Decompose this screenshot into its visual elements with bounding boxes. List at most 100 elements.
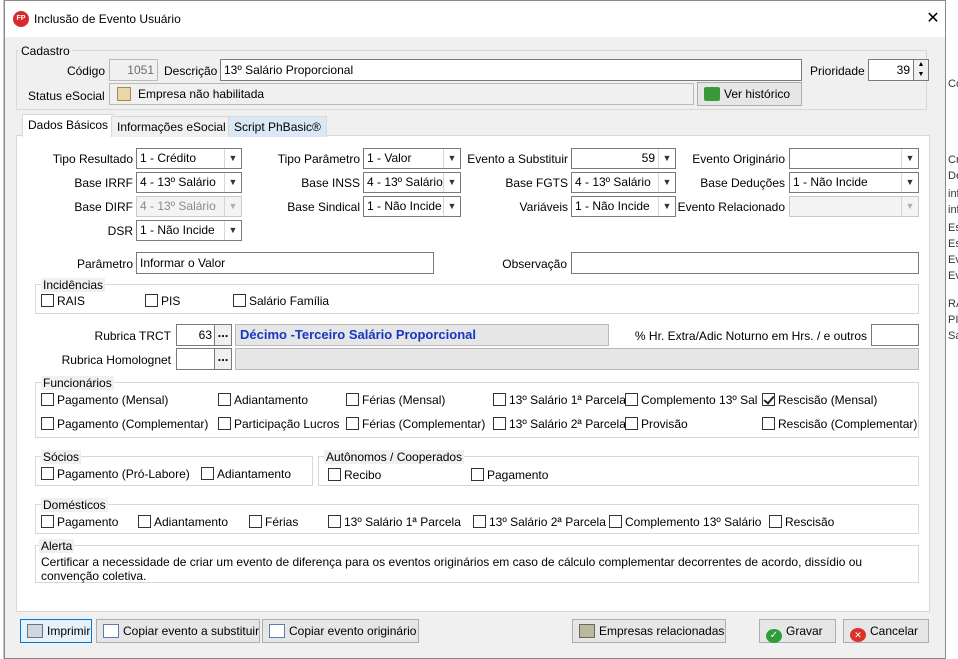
- checkbox-box[interactable]: [328, 515, 341, 528]
- prioridade-spinner[interactable]: ▲ ▼: [913, 59, 929, 81]
- checkbox-box[interactable]: [493, 393, 506, 406]
- descricao-field[interactable]: 13º Salário Proporcional: [220, 59, 802, 81]
- codigo-field[interactable]: 1051: [109, 59, 158, 81]
- func-13-1a-parcela-checkbox[interactable]: 13º Salário 1ª Parcela: [493, 392, 626, 408]
- rubrica-homolognet-lookup-button[interactable]: ...: [214, 348, 232, 370]
- dom-adiantamento-checkbox[interactable]: Adiantamento: [138, 514, 228, 530]
- socios-adiantamento-checkbox[interactable]: Adiantamento: [201, 466, 291, 482]
- prioridade-label: Prioridade: [810, 64, 865, 78]
- tab-informacoes-esocial[interactable]: Informações eSocial: [111, 116, 232, 137]
- spin-up-icon[interactable]: ▲: [914, 60, 928, 70]
- cancelar-button[interactable]: ✕ Cancelar: [843, 619, 929, 643]
- func-participacao-lucros-checkbox[interactable]: Participação Lucros: [218, 416, 339, 432]
- background-text: Dé: [948, 170, 958, 182]
- checkbox-box-checked[interactable]: [762, 393, 775, 406]
- func-rescisao-complementar-checkbox[interactable]: Rescisão (Complementar): [762, 416, 917, 432]
- checkbox-box[interactable]: [218, 417, 231, 430]
- cancel-icon: ✕: [850, 628, 866, 642]
- dom-13-1a-parcela-checkbox[interactable]: 13º Salário 1ª Parcela: [328, 514, 461, 530]
- func-ferias-complementar-checkbox[interactable]: Férias (Complementar): [346, 416, 485, 432]
- tipo-parametro-select[interactable]: 1 - Valor ▼: [363, 148, 461, 169]
- tipo-resultado-label: Tipo Resultado: [52, 152, 133, 166]
- checkbox-box[interactable]: [473, 515, 486, 528]
- checkbox-box[interactable]: [471, 468, 484, 481]
- prioridade-field[interactable]: 39: [868, 59, 914, 81]
- background-text: RA: [948, 298, 958, 310]
- checkbox-box[interactable]: [145, 294, 158, 307]
- rais-checkbox[interactable]: RAIS: [41, 293, 85, 309]
- dom-complemento-13-checkbox[interactable]: Complemento 13º Salário: [609, 514, 761, 530]
- dom-13-2a-parcela-checkbox[interactable]: 13º Salário 2ª Parcela: [473, 514, 606, 530]
- func-provisao-checkbox[interactable]: Provisão: [625, 416, 688, 432]
- evento-originario-select[interactable]: ▼: [789, 148, 919, 169]
- base-irrf-select[interactable]: 4 - 13º Salário ▼: [136, 172, 242, 193]
- checkbox-box[interactable]: [346, 417, 359, 430]
- checkbox-box[interactable]: [625, 417, 638, 430]
- dsr-select[interactable]: 1 - Não Incide ▼: [136, 220, 242, 241]
- spin-down-icon[interactable]: ▼: [914, 70, 928, 80]
- checkbox-box[interactable]: [609, 515, 622, 528]
- salario-familia-checkbox[interactable]: Salário Família: [233, 293, 329, 309]
- history-icon: [704, 87, 720, 101]
- checkbox-box[interactable]: [41, 467, 54, 480]
- func-13-2a-parcela-checkbox[interactable]: 13º Salário 2ª Parcela: [493, 416, 626, 432]
- empresas-relacionadas-button[interactable]: Empresas relacionadas: [572, 619, 726, 643]
- dom-ferias-checkbox[interactable]: Férias: [249, 514, 298, 530]
- checkbox-box[interactable]: [41, 417, 54, 430]
- checkbox-box[interactable]: [201, 467, 214, 480]
- dom-pagamento-checkbox[interactable]: Pagamento: [41, 514, 118, 530]
- tab-script-phbasic[interactable]: Script PhBasic®: [228, 116, 327, 137]
- checkbox-box[interactable]: [41, 515, 54, 528]
- hr-extra-field[interactable]: [871, 324, 919, 346]
- chevron-down-icon: ▼: [443, 149, 460, 168]
- evento-substituir-select[interactable]: 59 ▼: [571, 148, 676, 169]
- checkbox-box[interactable]: [41, 294, 54, 307]
- background-window-right: Có Cr Dé inf inf Es Es Ev Ev RA PI Sa: [944, 0, 958, 659]
- variaveis-select[interactable]: 1 - Não Incide ▼: [571, 196, 676, 217]
- pis-checkbox[interactable]: PIS: [145, 293, 180, 309]
- autonomos-pagamento-checkbox[interactable]: Pagamento: [471, 467, 548, 483]
- base-deducoes-select[interactable]: 1 - Não Incide ▼: [789, 172, 919, 193]
- func-pagamento-complementar-checkbox[interactable]: Pagamento (Complementar): [41, 416, 208, 432]
- checkbox-box[interactable]: [625, 393, 638, 406]
- socios-pagamento-checkbox[interactable]: Pagamento (Pró-Labore): [41, 466, 190, 482]
- func-adiantamento-checkbox[interactable]: Adiantamento: [218, 392, 308, 408]
- parametro-field[interactable]: Informar o Valor: [136, 252, 434, 274]
- dom-rescisao-checkbox[interactable]: Rescisão: [769, 514, 834, 530]
- base-inss-select[interactable]: 4 - 13º Salário ▼: [363, 172, 461, 193]
- ver-historico-button[interactable]: Ver histórico: [697, 82, 802, 106]
- checkbox-box[interactable]: [769, 515, 782, 528]
- func-ferias-mensal-checkbox[interactable]: Férias (Mensal): [346, 392, 445, 408]
- autonomos-recibo-checkbox[interactable]: Recibo: [328, 467, 381, 483]
- checkbox-box[interactable]: [233, 294, 246, 307]
- chevron-down-icon: ▼: [224, 197, 241, 216]
- checkbox-box[interactable]: [346, 393, 359, 406]
- rubrica-trct-lookup-button[interactable]: ...: [214, 324, 232, 346]
- rubrica-homolognet-code[interactable]: [176, 348, 216, 370]
- evento-substituir-label: Evento a Substituir: [467, 152, 568, 166]
- observacao-field[interactable]: [571, 252, 919, 274]
- building-icon: [579, 624, 595, 638]
- checkbox-box[interactable]: [249, 515, 262, 528]
- func-rescisao-mensal-checkbox[interactable]: Rescisão (Mensal): [762, 392, 877, 408]
- func-complemento-13-checkbox[interactable]: Complemento 13º Sal: [625, 392, 757, 408]
- checkbox-box[interactable]: [218, 393, 231, 406]
- checkbox-box[interactable]: [138, 515, 151, 528]
- checkbox-box[interactable]: [41, 393, 54, 406]
- tab-dados-basicos[interactable]: Dados Básicos: [22, 114, 115, 137]
- close-icon[interactable]: ✕: [921, 7, 945, 31]
- checkbox-box[interactable]: [328, 468, 341, 481]
- imprimir-button[interactable]: Imprimir: [20, 619, 92, 643]
- func-pagamento-mensal-checkbox[interactable]: Pagamento (Mensal): [41, 392, 168, 408]
- rubrica-trct-code[interactable]: 63: [176, 324, 216, 346]
- base-fgts-select[interactable]: 4 - 13º Salário ▼: [571, 172, 676, 193]
- base-deducoes-value: 1 - Não Incide: [793, 175, 868, 189]
- checkbox-box[interactable]: [762, 417, 775, 430]
- base-sindical-select[interactable]: 1 - Não Incide ▼: [363, 196, 461, 217]
- copiar-evento-substituir-button[interactable]: Copiar evento a substituir: [96, 619, 260, 643]
- checkbox-label: Pagamento: [487, 468, 549, 482]
- gravar-button[interactable]: ✓ Gravar: [759, 619, 836, 643]
- copiar-evento-originario-button[interactable]: Copiar evento originário: [262, 619, 419, 643]
- tipo-resultado-select[interactable]: 1 - Crédito ▼: [136, 148, 242, 169]
- checkbox-box[interactable]: [493, 417, 506, 430]
